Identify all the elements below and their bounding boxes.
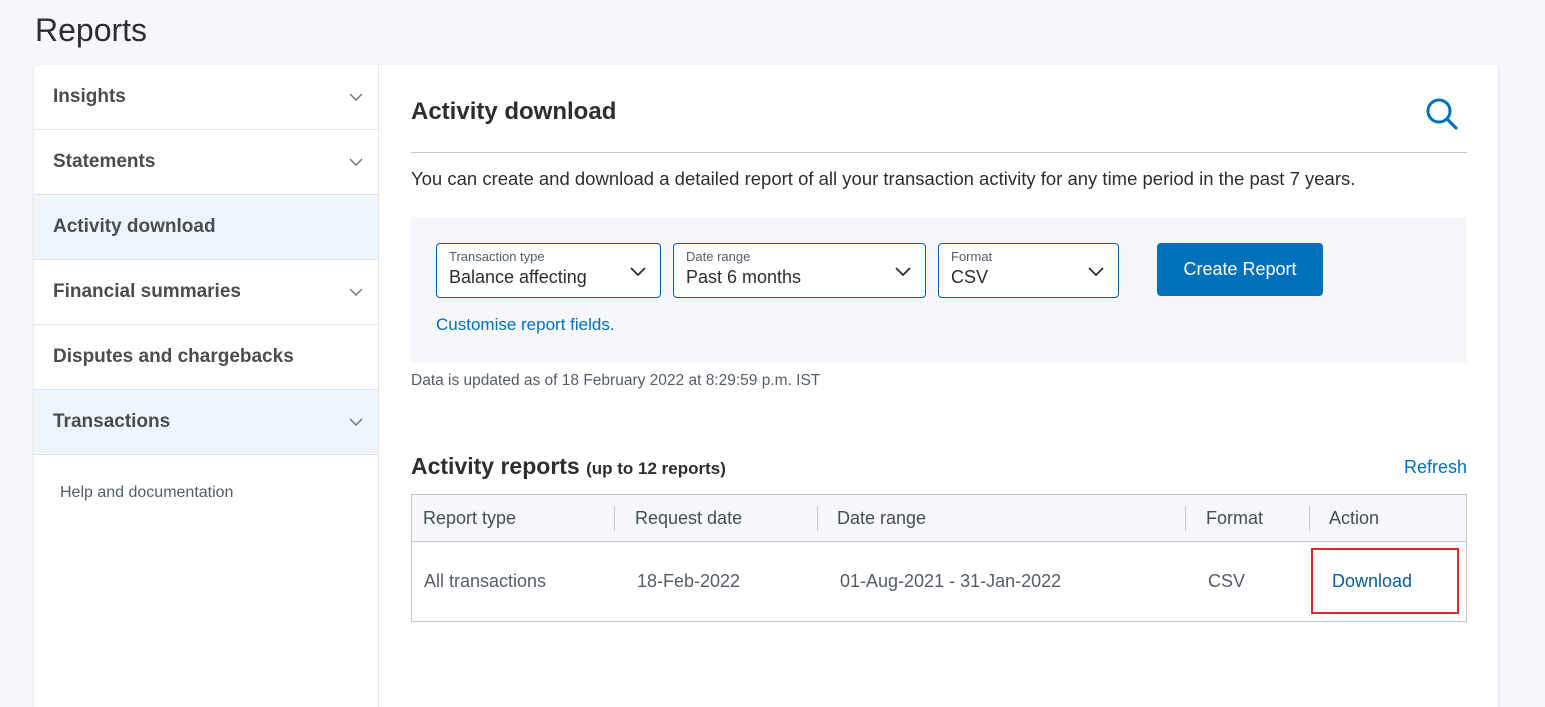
sidebar-item-label: Insights [53,86,126,107]
column-header-date-range: Date range [837,508,927,528]
data-updated-text: Data is updated as of 18 February 2022 a… [411,372,821,389]
cell-report-type: All transactions [424,571,547,591]
column-divider [1309,506,1310,531]
cell-date-range: 01-Aug-2021 - 31-Jan-2022 [840,571,1062,591]
reports-card: Insights Statements Activity download Fi… [34,65,1498,707]
column-divider [1185,506,1186,531]
cell-format: CSV [1208,571,1246,591]
sidebar-item-insights[interactable]: Insights [34,65,378,130]
sidebar-item-financial-summaries[interactable]: Financial summaries [34,260,378,325]
chevron-down-icon [895,267,911,277]
sidebar-item-label: Transactions [53,411,171,432]
sidebar-item-activity-download[interactable]: Activity download [34,195,378,260]
sidebar: Insights Statements Activity download Fi… [34,65,379,707]
chevron-down-icon [349,93,363,101]
table-header: Report type Request date Date range Form… [412,495,1466,542]
select-label: Format [951,249,993,264]
page-title: Reports [35,12,148,48]
format-select[interactable]: Format CSV [938,243,1119,298]
section-title: Activity download [411,98,617,125]
sidebar-item-statements[interactable]: Statements [34,130,378,195]
sidebar-item-label: Activity download [53,216,216,237]
reports-table: Report type Request date Date range Form… [411,494,1467,622]
select-value: CSV [951,267,989,287]
reports-subtitle: (up to 12 reports) [586,459,726,478]
select-label: Transaction type [449,249,545,264]
chevron-down-icon [349,418,363,426]
select-value: Past 6 months [686,267,802,287]
refresh-link[interactable]: Refresh [1404,457,1467,478]
reports-title: Activity reports [411,453,580,479]
transaction-type-select[interactable]: Transaction type Balance affecting [436,243,661,298]
search-icon[interactable] [1424,96,1460,132]
column-divider [817,506,818,531]
customise-report-fields-link[interactable]: Customise report fields. [436,315,615,335]
sidebar-item-label: Financial summaries [53,281,241,302]
column-header-format: Format [1206,508,1264,528]
chevron-down-icon [630,267,646,277]
help-documentation-link[interactable]: Help and documentation [60,484,233,502]
select-value: Balance affecting [449,267,587,287]
cell-request-date: 18-Feb-2022 [637,571,741,591]
sidebar-item-disputes[interactable]: Disputes and chargebacks [34,325,378,390]
column-header-report-type: Report type [423,508,517,528]
chevron-down-icon [1088,267,1104,277]
create-report-button[interactable]: Create Report [1157,243,1323,296]
activity-download-panel: Activity download You can create and dow… [411,65,1467,707]
reports-heading: Activity reports (up to 12 reports) [411,453,726,480]
column-header-request-date: Request date [635,508,743,528]
chevron-down-icon [349,158,363,166]
divider [411,152,1467,153]
highlight-box [1311,548,1459,614]
chevron-down-icon [349,288,363,296]
sidebar-item-label: Disputes and chargebacks [53,346,294,367]
date-range-select[interactable]: Date range Past 6 months [673,243,926,298]
select-label: Date range [686,249,751,264]
sidebar-item-label: Statements [53,151,156,172]
intro-text: You can create and download a detailed r… [411,168,1356,189]
column-header-action: Action [1329,508,1380,528]
filter-panel: Transaction type Balance affecting Date … [411,217,1467,362]
column-divider [614,506,615,531]
sidebar-item-transactions[interactable]: Transactions [34,390,378,455]
